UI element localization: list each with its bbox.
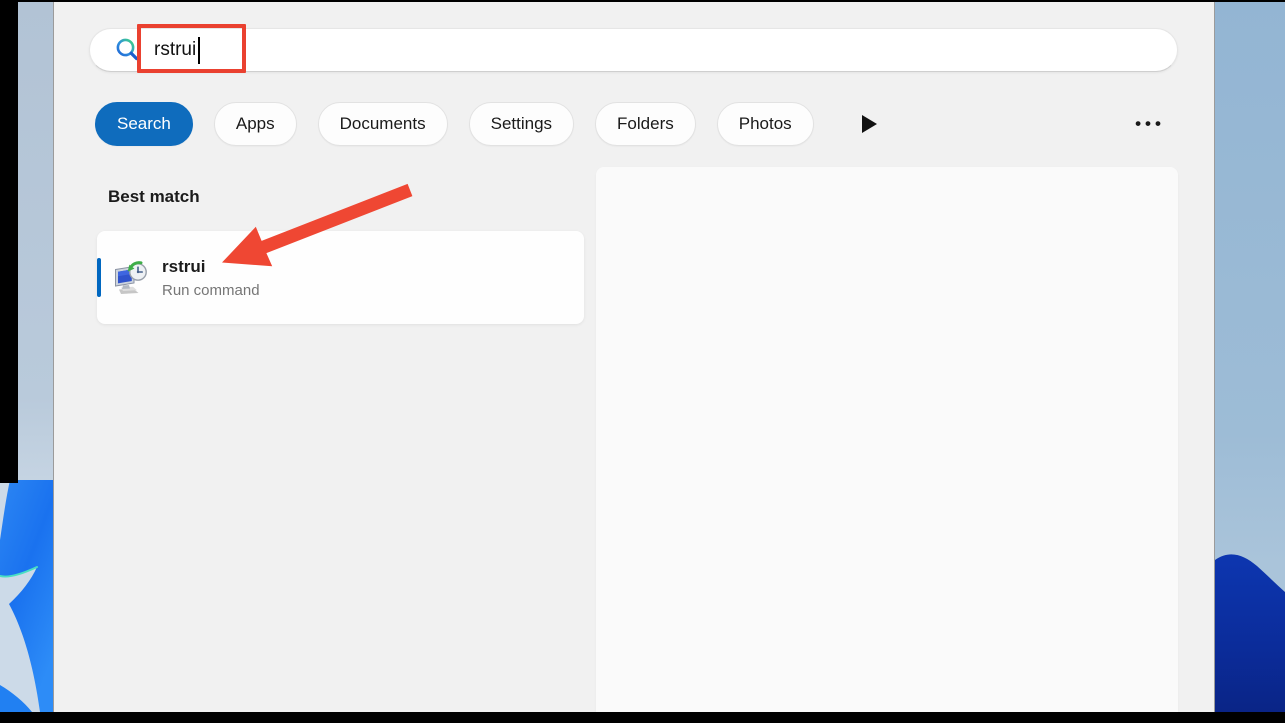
- preview-panel: [596, 167, 1178, 712]
- result-title: rstrui: [162, 257, 260, 277]
- result-text-block: rstrui Run command: [162, 257, 260, 299]
- tab-apps[interactable]: Apps: [214, 102, 297, 146]
- more-filters-button[interactable]: [862, 113, 882, 135]
- search-input[interactable]: rstrui: [89, 28, 1178, 72]
- screen-edge-top: [0, 0, 1285, 2]
- tab-settings[interactable]: Settings: [469, 102, 574, 146]
- best-match-result[interactable]: rstrui Run command: [97, 231, 584, 324]
- system-restore-icon: [111, 258, 151, 298]
- desktop-wallpaper-right: [1215, 0, 1285, 723]
- result-subtitle: Run command: [162, 282, 260, 299]
- wallpaper-wave-art: [1215, 0, 1285, 723]
- annotation-highlight-box: [137, 24, 246, 73]
- tab-photos[interactable]: Photos: [717, 102, 814, 146]
- windows-search-window: rstrui Search Apps Documents Settings Fo…: [53, 2, 1215, 712]
- screen-edge-bottom: [0, 712, 1285, 723]
- best-match-heading: Best match: [108, 187, 200, 207]
- play-triangle-icon: [862, 115, 877, 133]
- options-menu-button[interactable]: •••: [1129, 110, 1171, 138]
- wallpaper-bloom-art: [0, 480, 53, 712]
- selection-accent-bar: [97, 258, 101, 297]
- search-filter-tabs: Search Apps Documents Settings Folders P…: [95, 102, 882, 146]
- tab-search[interactable]: Search: [95, 102, 193, 146]
- tab-folders[interactable]: Folders: [595, 102, 696, 146]
- tab-documents[interactable]: Documents: [318, 102, 448, 146]
- screen-edge-left: [0, 0, 18, 483]
